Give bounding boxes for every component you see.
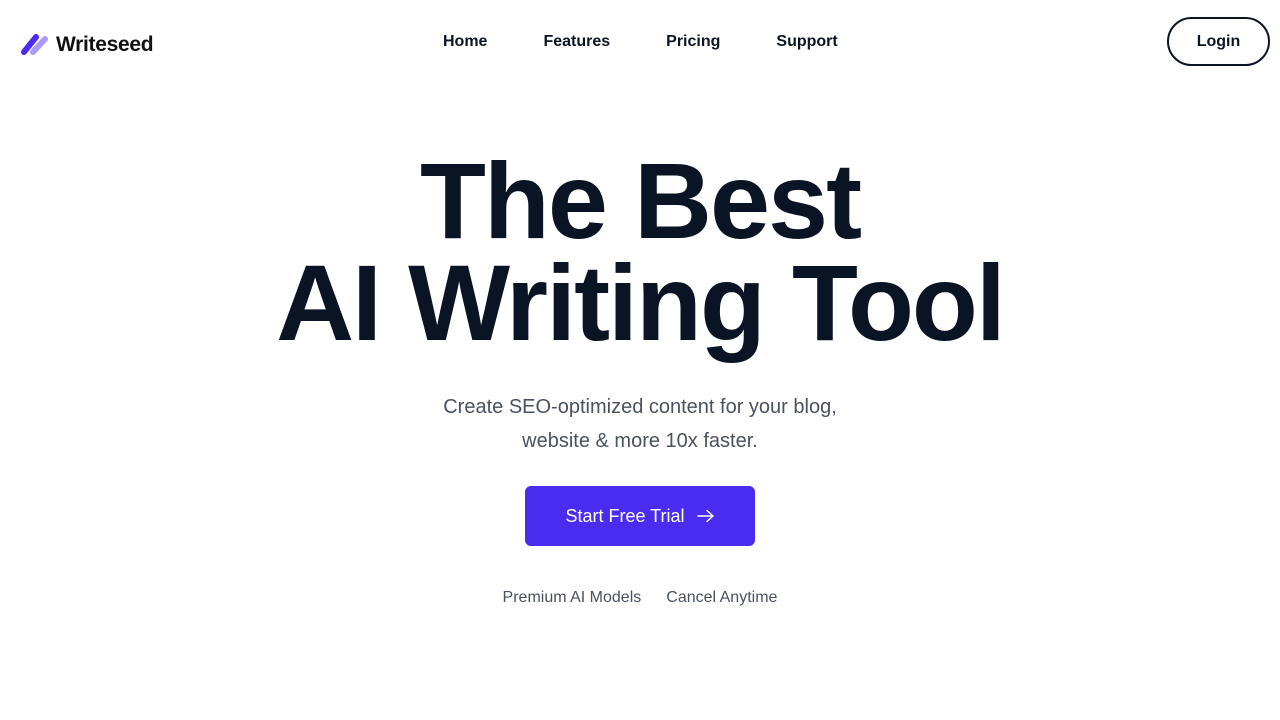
cta-label: Start Free Trial (565, 505, 685, 526)
writeseed-logo-icon (21, 34, 48, 55)
hero-feature-list: Premium AI Models Cancel Anytime (0, 588, 1280, 608)
nav-item-features[interactable]: Features (515, 26, 638, 58)
feature-item-premium-ai-models: Premium AI Models (502, 589, 642, 606)
hero-title-line-1: The Best (419, 140, 862, 261)
nav-item-pricing[interactable]: Pricing (638, 26, 748, 58)
hero-subtitle: Create SEO-optimized content for your bl… (380, 390, 900, 458)
landing-page: Writeseed Home Features Pricing Support … (0, 0, 1280, 720)
hero-subtitle-line-2: website & more 10x faster. (522, 430, 758, 452)
brand-name: Writeseed (56, 32, 154, 56)
site-header: Writeseed Home Features Pricing Support … (0, 0, 1280, 86)
hero-title-line-2: AI Writing Tool (276, 242, 1006, 363)
hero-subtitle-line-1: Create SEO-optimized content for your bl… (443, 396, 837, 418)
nav-item-home[interactable]: Home (415, 26, 515, 58)
arrow-right-icon (696, 509, 714, 523)
hero-section: The Best AI Writing Tool Create SEO-opti… (0, 140, 1280, 458)
brand-logo-link[interactable]: Writeseed (20, 30, 154, 58)
nav-item-support[interactable]: Support (748, 26, 865, 58)
main-nav: Home Features Pricing Support (415, 26, 866, 58)
feature-item-cancel-anytime: Cancel Anytime (666, 589, 778, 606)
start-free-trial-button[interactable]: Start Free Trial (525, 486, 755, 546)
hero-title: The Best AI Writing Tool (0, 140, 1280, 363)
login-button[interactable]: Login (1167, 17, 1270, 66)
